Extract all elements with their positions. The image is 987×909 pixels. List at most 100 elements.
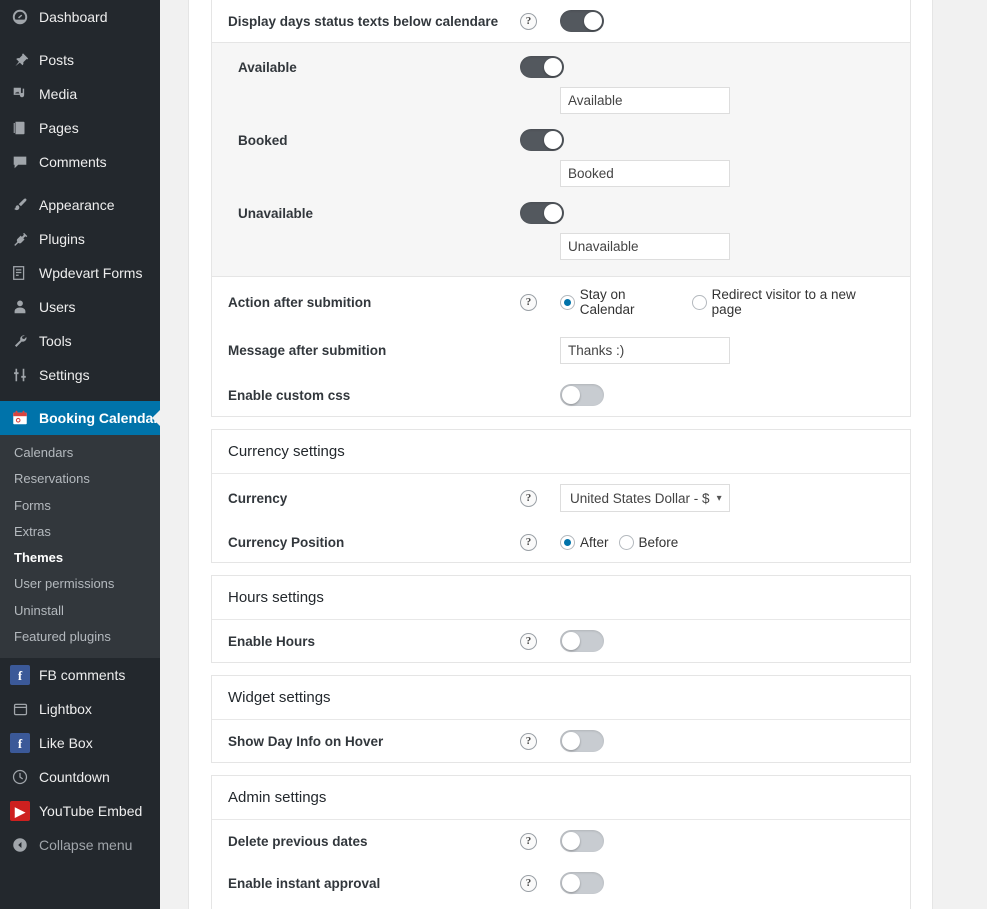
main-body: Display days status texts below calendar… [160,0,987,909]
radio-redirect-visitor[interactable]: Redirect visitor to a new page [692,287,890,317]
enable-custom-css-toggle[interactable] [560,384,604,406]
sidebar-item-countdown[interactable]: Countdown [0,760,160,794]
booked-toggle[interactable] [520,129,564,151]
toggle-knob [544,131,562,149]
row-booked-input [212,158,910,195]
unavailable-toggle[interactable] [520,202,564,224]
sidebar-item-user-permissions[interactable]: User permissions [0,571,160,597]
currency-position-radios: After Before [560,535,688,550]
unavailable-text-input[interactable] [560,233,730,260]
help-icon[interactable]: ? [520,13,537,30]
display-status-texts-toggle[interactable] [560,10,604,32]
enable-instant-approval-toggle[interactable] [560,872,604,894]
sidebar-item-fb-comments[interactable]: f FB comments [0,658,160,692]
message-after-submition-label: Message after submition [226,343,520,358]
sidebar-item-featured-plugins[interactable]: Featured plugins [0,624,160,650]
sidebar-item-dashboard[interactable]: Dashboard [0,0,160,34]
help-icon[interactable]: ? [520,534,537,551]
sidebar-item-users[interactable]: Users [0,290,160,324]
settings-scroll-area[interactable]: Display days status texts below calendar… [188,0,933,909]
radio-dot-icon [560,295,575,310]
panel-general-settings: Display days status texts below calendar… [211,0,911,417]
toggle-knob [562,386,580,404]
wrench-icon [10,331,30,351]
sidebar-item-media[interactable]: Media [0,77,160,111]
action-after-submition-radios: Stay on Calendar Redirect visitor to a n… [560,287,896,317]
sliders-icon [10,365,30,385]
sidebar-item-uninstall[interactable]: Uninstall [0,598,160,624]
lightbox-icon [10,699,30,719]
sidebar-item-comments[interactable]: Comments [0,145,160,179]
show-day-info-label: Show Day Info on Hover [226,734,520,749]
sidebar-item-wpdevart-forms[interactable]: Wpdevart Forms [0,256,160,290]
help-icon[interactable]: ? [520,833,537,850]
toggle-knob [562,874,580,892]
sidebar-item-label: Posts [39,53,74,67]
toggle-knob [584,12,602,30]
clock-icon [10,767,30,787]
radio-dot-icon [692,295,707,310]
available-text-input[interactable] [560,87,730,114]
help-icon[interactable]: ? [520,633,537,650]
help-icon[interactable]: ? [520,733,537,750]
radio-label: Redirect visitor to a new page [712,287,886,317]
sidebar-item-posts[interactable]: Posts [0,43,160,77]
currency-selected-value: United States Dollar - $ [570,491,710,506]
sidebar-item-lightbox[interactable]: Lightbox [0,692,160,726]
dashboard-icon [10,7,30,27]
sidebar-item-booking-calendar[interactable]: Booking Calendar [0,401,160,435]
help-icon[interactable]: ? [520,294,537,311]
currency-select[interactable]: United States Dollar - $ ▾ [560,484,730,512]
toggle-knob [544,204,562,222]
sidebar-item-settings[interactable]: Settings [0,358,160,392]
sidebar-item-like-box[interactable]: f Like Box [0,726,160,760]
sidebar-item-reservations[interactable]: Reservations [0,466,160,492]
media-icon [10,84,30,104]
sidebar-item-label: Settings [39,368,90,382]
sidebar-item-youtube-embed[interactable]: ▶ YouTube Embed [0,794,160,828]
status-texts-group: Available Booked [212,42,910,277]
sidebar-item-forms[interactable]: Forms [0,493,160,519]
sidebar-item-label: Users [39,300,76,314]
unavailable-label: Unavailable [238,206,520,221]
help-icon[interactable]: ? [520,490,537,507]
collapse-menu-button[interactable]: Collapse menu [0,828,160,862]
available-toggle[interactable] [520,56,564,78]
help-icon[interactable]: ? [520,875,537,892]
sidebar-item-extras[interactable]: Extras [0,519,160,545]
sidebar-item-appearance[interactable]: Appearance [0,188,160,222]
hours-settings-title: Hours settings [212,576,910,620]
chevron-down-icon: ▾ [717,493,722,504]
user-icon [10,297,30,317]
row-enable-instant-approval: Enable instant approval ? [212,862,910,904]
booked-label: Booked [238,133,520,148]
delete-previous-dates-toggle[interactable] [560,830,604,852]
display-status-texts-label: Display days status texts below calendar… [226,14,520,29]
sidebar-item-label: Countdown [39,770,110,784]
radio-label: Stay on Calendar [580,287,682,317]
radio-dot-icon [619,535,634,550]
radio-stay-on-calendar[interactable]: Stay on Calendar [560,287,686,317]
row-delete-previous-dates: Delete previous dates ? [212,820,910,862]
booking-calendar-submenu: Calendars Reservations Forms Extras Them… [0,435,160,658]
sidebar-item-plugins[interactable]: Plugins [0,222,160,256]
show-day-info-toggle[interactable] [560,730,604,752]
booked-text-input[interactable] [560,160,730,187]
radio-currency-after[interactable]: After [560,535,613,550]
currency-label: Currency [226,491,520,506]
toggle-knob [562,832,580,850]
sidebar-item-calendars[interactable]: Calendars [0,440,160,466]
sidebar-item-tools[interactable]: Tools [0,324,160,358]
facebook-icon: f [10,665,30,685]
sidebar-item-label: YouTube Embed [39,804,142,818]
sidebar-item-pages[interactable]: Pages [0,111,160,145]
currency-position-label: Currency Position [226,535,520,550]
sidebar-item-themes[interactable]: Themes [0,545,160,571]
menu-divider [0,392,160,401]
radio-currency-before[interactable]: Before [619,535,683,550]
panel-widget-settings: Widget settings Show Day Info on Hover ? [211,675,911,763]
enable-custom-css-label: Enable custom css [226,388,520,403]
message-after-submition-input[interactable] [560,337,730,364]
admin-settings-title: Admin settings [212,776,910,820]
enable-hours-toggle[interactable] [560,630,604,652]
